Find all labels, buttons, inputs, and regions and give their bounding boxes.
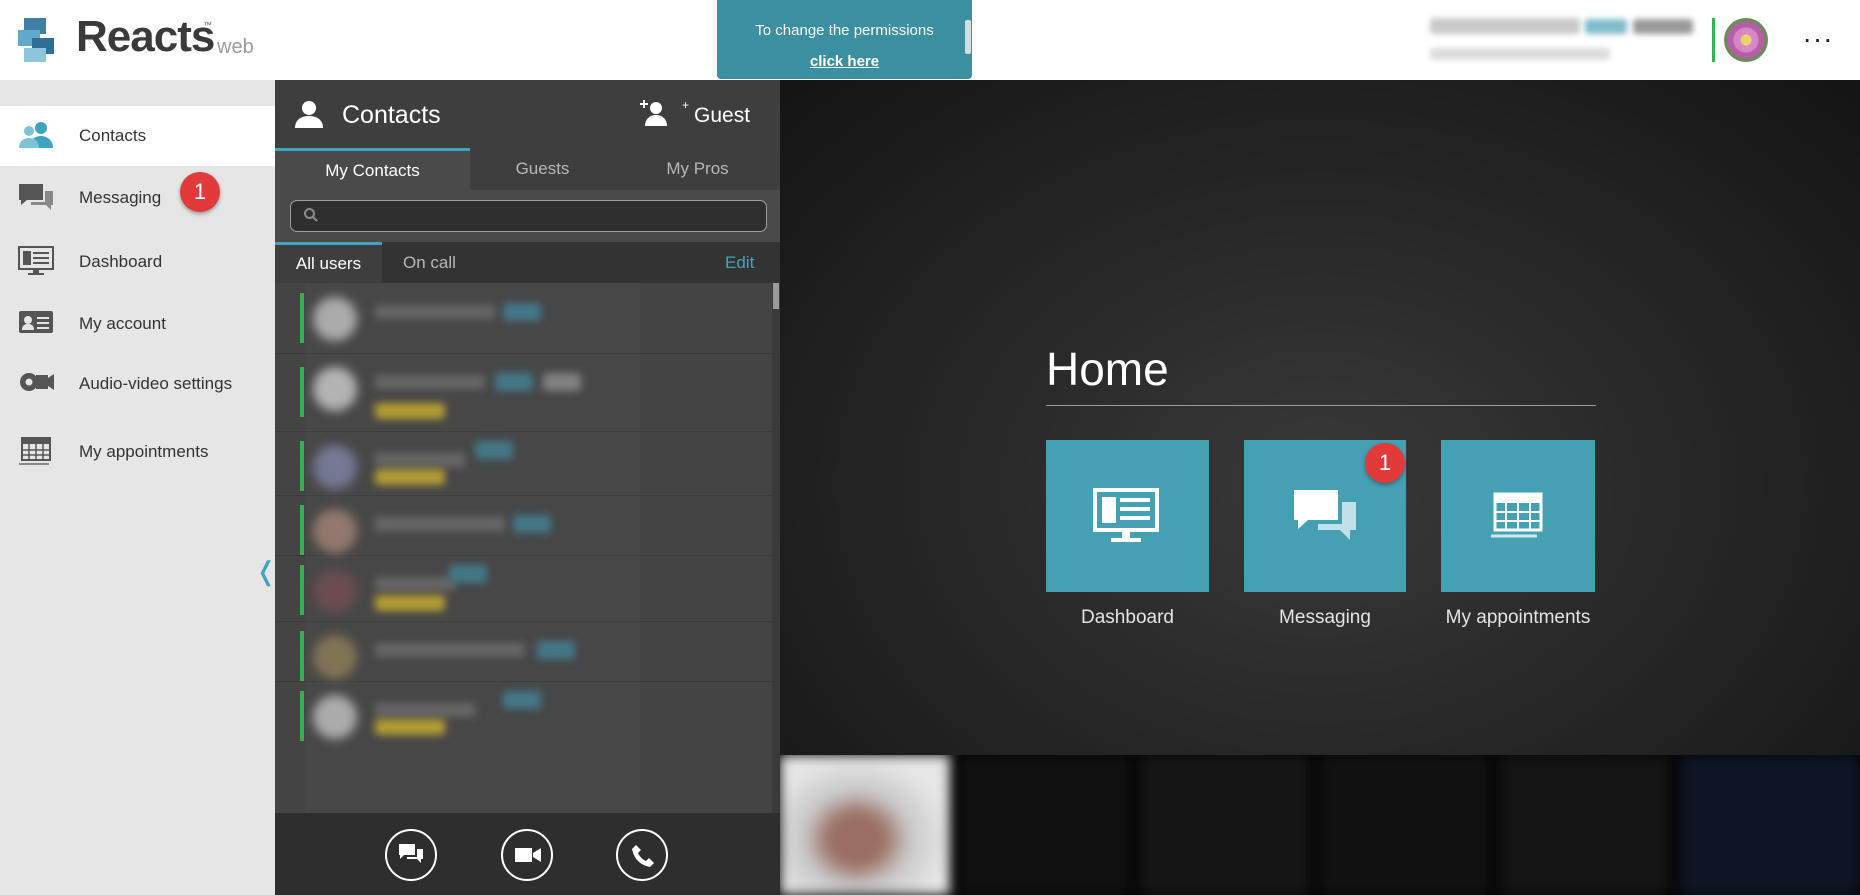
sidebar-item-label: Dashboard bbox=[79, 252, 163, 271]
messaging-icon bbox=[19, 184, 53, 210]
sidebar-item-my-appointments[interactable]: My appointments bbox=[0, 420, 275, 480]
trademark: ™ bbox=[203, 20, 212, 30]
user-role-tag bbox=[1585, 19, 1627, 34]
permissions-link[interactable]: click here bbox=[717, 53, 972, 70]
contacts-list bbox=[275, 283, 780, 813]
app-name: Reacts bbox=[76, 12, 215, 61]
sidebar-item-label: Contacts bbox=[79, 126, 147, 145]
online-status-indicator bbox=[300, 293, 304, 343]
sidebar-item-label: Audio-video settings bbox=[79, 374, 233, 393]
sidebar-item-label: My appointments bbox=[79, 442, 209, 461]
online-status-indicator bbox=[1712, 18, 1715, 62]
online-status-indicator bbox=[300, 691, 304, 741]
video-thumbnail[interactable] bbox=[1500, 755, 1670, 895]
permissions-banner: To change the permissions click here bbox=[717, 0, 972, 79]
search-icon bbox=[304, 208, 318, 222]
contacts-title: Contacts bbox=[342, 101, 441, 129]
dashboard-icon bbox=[18, 246, 54, 275]
sidebar-item-label: Messaging bbox=[79, 188, 162, 207]
contacts-scrollbar[interactable] bbox=[772, 283, 780, 813]
dashboard-tile[interactable] bbox=[1046, 440, 1209, 592]
sidebar-item-my-account[interactable]: My account bbox=[0, 292, 275, 352]
camera-settings-icon bbox=[20, 373, 54, 391]
video-thumbnail[interactable] bbox=[1140, 755, 1310, 895]
video-camera-icon bbox=[515, 848, 541, 862]
user-status-tag bbox=[1633, 19, 1693, 34]
filter-all-users[interactable]: All users bbox=[275, 242, 382, 283]
add-guest-button[interactable]: Guest bbox=[694, 104, 750, 128]
my-appointments-tile[interactable] bbox=[1441, 440, 1595, 592]
online-status-indicator bbox=[300, 631, 304, 681]
online-status-indicator bbox=[300, 367, 304, 417]
sidebar: Contacts Messaging 1 Dashboard My accoun… bbox=[0, 80, 277, 895]
filter-on-call[interactable]: On call bbox=[403, 242, 456, 283]
sidebar-item-messaging[interactable]: Messaging 1 bbox=[0, 168, 275, 228]
banner-scrollbar[interactable] bbox=[965, 20, 971, 54]
more-options-icon[interactable]: ··· bbox=[1800, 24, 1836, 54]
tile-label: My appointments bbox=[1445, 607, 1591, 628]
contacts-icon bbox=[19, 122, 53, 148]
account-card-icon bbox=[19, 311, 53, 333]
contacts-panel: Contacts + Guest My Contacts Guests My P… bbox=[275, 80, 780, 895]
video-thumbnail[interactable] bbox=[960, 755, 1130, 895]
video-call-button[interactable] bbox=[501, 829, 553, 881]
permissions-text: To change the permissions bbox=[755, 22, 934, 39]
user-email-redacted bbox=[1430, 48, 1610, 60]
messaging-tile[interactable]: 1 bbox=[1244, 440, 1406, 592]
top-header: Reacts ™ web To change the permissions c… bbox=[0, 0, 1860, 80]
sidebar-item-dashboard[interactable]: Dashboard bbox=[0, 230, 275, 290]
sidebar-item-audio-video-settings[interactable]: Audio-video settings bbox=[0, 352, 275, 412]
online-status-indicator bbox=[300, 505, 304, 555]
edit-button[interactable]: Edit bbox=[725, 242, 754, 283]
contacts-search-input[interactable] bbox=[290, 200, 767, 232]
chat-button[interactable] bbox=[385, 829, 437, 881]
audio-call-button[interactable] bbox=[616, 829, 668, 881]
contacts-filter-bar: All users On call Edit bbox=[275, 242, 780, 283]
sidebar-item-contacts[interactable]: Contacts bbox=[0, 106, 275, 166]
video-thumbnail[interactable] bbox=[1680, 755, 1860, 895]
sidebar-item-label: My account bbox=[79, 314, 166, 333]
home-area: Home 1 Dashboard Messaging My appointmen… bbox=[780, 80, 1860, 755]
tile-label: Messaging bbox=[1279, 607, 1371, 628]
add-guest-icon[interactable] bbox=[638, 98, 670, 130]
tab-my-pros[interactable]: My Pros bbox=[615, 148, 780, 190]
contacts-action-bar bbox=[275, 813, 780, 895]
reacts-logo-icon bbox=[18, 18, 54, 62]
messaging-icon bbox=[1294, 490, 1356, 540]
title-divider bbox=[1046, 405, 1596, 406]
person-icon bbox=[295, 101, 323, 128]
video-preview-strip bbox=[780, 755, 1860, 895]
online-status-indicator bbox=[300, 441, 304, 491]
unread-badge: 1 bbox=[1365, 443, 1405, 483]
user-avatar[interactable] bbox=[1724, 18, 1768, 62]
user-name-redacted bbox=[1430, 18, 1580, 34]
online-status-indicator bbox=[300, 565, 304, 615]
page-title: Home bbox=[1046, 343, 1169, 395]
video-thumbnail[interactable] bbox=[1320, 755, 1490, 895]
contacts-scrollbar-thumb[interactable] bbox=[773, 283, 779, 309]
contacts-header: Contacts + Guest bbox=[275, 80, 780, 148]
tile-label: Dashboard bbox=[1081, 607, 1174, 628]
collapse-sidebar-icon[interactable]: ❬ bbox=[255, 556, 277, 587]
calendar-icon bbox=[1491, 492, 1543, 538]
dashboard-icon bbox=[1093, 488, 1159, 542]
tab-guests[interactable]: Guests bbox=[470, 148, 615, 190]
unread-badge: 1 bbox=[180, 172, 220, 212]
chat-icon bbox=[399, 844, 423, 863]
guest-plus: + bbox=[682, 98, 690, 112]
contacts-tabs: My Contacts Guests My Pros bbox=[275, 148, 780, 190]
self-video-preview bbox=[780, 755, 950, 895]
calendar-icon bbox=[19, 437, 51, 465]
redaction-overlay bbox=[305, 283, 640, 813]
tab-my-contacts[interactable]: My Contacts bbox=[275, 148, 470, 190]
phone-icon bbox=[632, 845, 654, 867]
app-suffix: web bbox=[217, 36, 254, 58]
